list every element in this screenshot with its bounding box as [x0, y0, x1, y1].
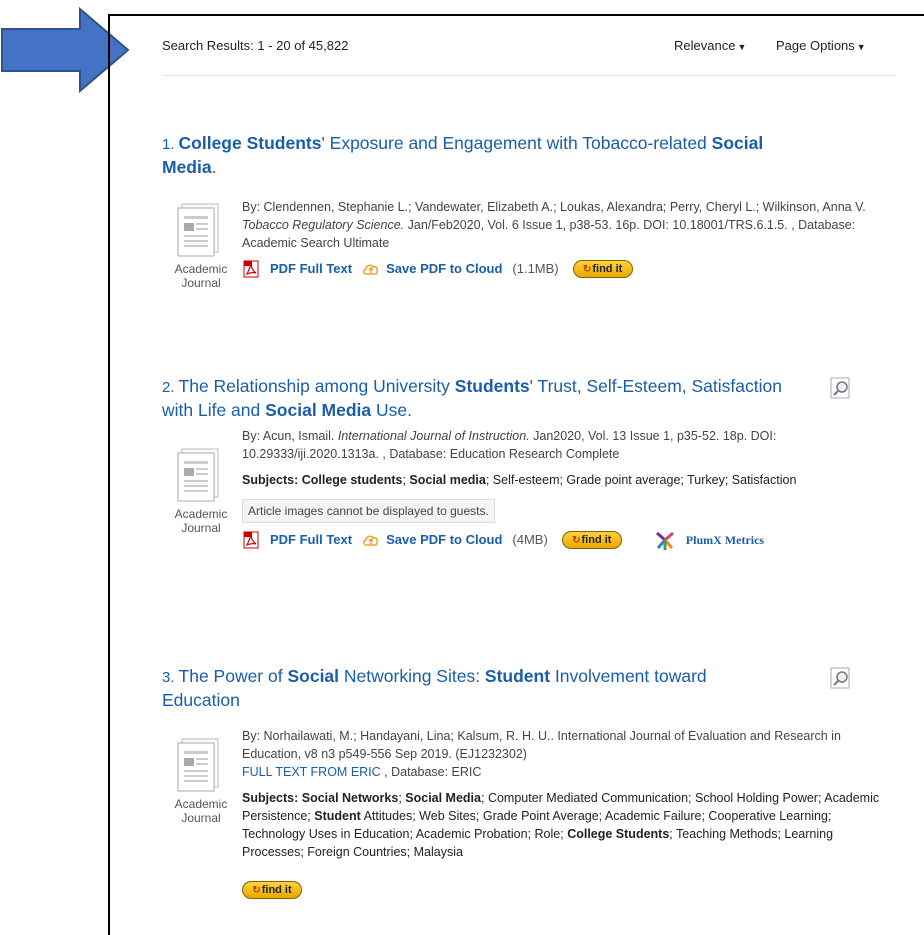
publication-type-label: Academic — [174, 507, 228, 521]
publication-type-label: Journal — [181, 521, 221, 535]
text-run: The Relationship among University — [178, 376, 455, 396]
result-title[interactable]: College Students' Exposure and Engagemen… — [162, 133, 763, 177]
result-body: By: Clendennen, Stephanie L.; Vandewater… — [242, 198, 890, 280]
highlighted-term: College Students — [178, 133, 322, 153]
result-number: 1. — [162, 136, 175, 153]
pdf-full-text-link[interactable]: PDF Full Text — [270, 260, 352, 278]
result-byline: By: Acun, Ismail. International Journal … — [242, 427, 890, 463]
guest-image-notice: Article images cannot be displayed to gu… — [242, 499, 495, 523]
pdf-icon[interactable] — [242, 531, 260, 549]
highlighted-term: Student — [484, 666, 551, 686]
findit-button[interactable]: ↻find it — [561, 531, 622, 549]
findit-button[interactable]: ↻find it — [572, 260, 633, 278]
text-run: . — [211, 157, 217, 177]
result-body: By: Norhailawati, M.; Handayani, Lina; K… — [242, 727, 890, 901]
plumx-icon — [655, 531, 674, 550]
findit-label: find it — [592, 263, 623, 275]
result-links: PDF Full Text Save PDF to Cloud (1.1MB) … — [242, 258, 890, 280]
plumx-label: PlumX Metrics — [685, 533, 765, 547]
publication-type-label: Journal — [181, 276, 221, 290]
result-title-link[interactable]: 3. The Power of Social Networking Sites: … — [162, 665, 782, 711]
chevron-down-icon: ▼ — [856, 42, 866, 52]
magnifier-preview-icon[interactable] — [830, 377, 852, 399]
byline-text: By: Norhailawati, M.; Handayani, Lina; K… — [242, 729, 841, 761]
findit-icon: ↻ — [252, 885, 261, 896]
pdf-full-text-link[interactable]: PDF Full Text — [270, 531, 352, 549]
result-number: 2. — [162, 379, 175, 396]
page-options-label: Page Options — [776, 38, 855, 53]
text-run: By: Clendennen, Stephanie L.; Vandewater… — [242, 200, 866, 214]
database-label: , Database: ERIC — [380, 765, 482, 779]
highlighted-term: Social Media — [265, 400, 372, 420]
document-icon — [177, 203, 219, 257]
document-icon — [177, 738, 219, 792]
publication-type-label: Academic — [174, 262, 228, 276]
plumx-metrics-link[interactable]: PlumX Metrics — [654, 529, 764, 551]
result-title[interactable]: The Relationship among University Studen… — [162, 376, 782, 420]
results-toolbar: Search Results: 1 - 20 of 45,822 Relevan… — [162, 34, 896, 76]
highlighted-term: Subjects: College students — [242, 473, 403, 487]
highlighted-term: Subjects: Social Networks — [242, 791, 399, 805]
chevron-down-icon: ▼ — [737, 42, 747, 52]
cloud-upload-icon[interactable] — [362, 533, 380, 547]
highlighted-term: Social — [287, 666, 340, 686]
text-run: Networking Sites: — [339, 666, 485, 686]
file-size: (1.1MB) — [512, 261, 559, 276]
text-run: The Power of — [178, 666, 288, 686]
publication-type-label: Journal — [181, 811, 221, 825]
findit-icon: ↻ — [582, 264, 592, 275]
result-item-1: 1. College Students' Exposure and Engagem… — [162, 132, 892, 292]
text-run: By: Acun, Ismail. — [242, 429, 338, 443]
findit-icon: ↻ — [572, 535, 581, 546]
result-title[interactable]: The Power of Social Networking Sites: St… — [162, 666, 707, 710]
highlighted-term: Students — [454, 376, 530, 396]
result-subjects: Subjects: Social Networks; Social Media;… — [242, 789, 890, 861]
sort-label: Relevance — [674, 38, 736, 53]
findit-label: find it — [581, 534, 612, 546]
publication-type-label: Academic — [174, 797, 228, 811]
result-byline: By: Norhailawati, M.; Handayani, Lina; K… — [242, 727, 890, 781]
save-pdf-to-cloud-link[interactable]: Save PDF to Cloud — [386, 260, 502, 278]
pdf-icon[interactable] — [242, 260, 260, 278]
result-title-link[interactable]: 2. The Relationship among University Stud… — [162, 375, 782, 421]
text-run: Use. — [371, 400, 412, 420]
result-title-link[interactable]: 1. College Students' Exposure and Engagem… — [162, 132, 782, 178]
highlighted-term: Social media — [409, 473, 486, 487]
result-links: ↻find it — [242, 879, 890, 901]
magnifier-preview-icon[interactable] — [830, 667, 852, 689]
save-pdf-to-cloud-link[interactable]: Save PDF to Cloud — [386, 531, 502, 549]
result-number: 3. — [162, 669, 175, 686]
result-links: PDF Full Text Save PDF to Cloud (4MB) ↻f… — [242, 529, 890, 551]
highlighted-term: Social Media — [405, 791, 481, 805]
document-icon — [177, 448, 219, 502]
findit-label: find it — [261, 884, 292, 896]
page-options-dropdown[interactable]: Page Options ▼ — [776, 38, 866, 53]
publication-type: Academic Journal — [162, 198, 240, 290]
file-size: (4MB) — [512, 532, 548, 547]
result-subjects: Subjects: College students; Social media… — [242, 471, 890, 489]
result-body: By: Acun, Ismail. International Journal … — [242, 427, 890, 551]
result-byline: By: Clendennen, Stephanie L.; Vandewater… — [242, 198, 890, 252]
highlighted-term: Student — [314, 809, 361, 823]
result-item-2: 2. The Relationship among University Stud… — [162, 375, 892, 615]
text-run: ; Self-esteem; Grade point average; Turk… — [485, 473, 797, 487]
results-count: Search Results: 1 - 20 of 45,822 — [162, 38, 349, 53]
highlighted-term: College Students — [567, 827, 670, 841]
full-text-from-eric-link[interactable]: FULL TEXT FROM ERIC — [242, 765, 381, 779]
cloud-upload-icon[interactable] — [362, 262, 380, 276]
text-run: International Journal of Instruction. — [337, 429, 530, 443]
text-run: ' Exposure and Engagement with Tobacco-r… — [321, 133, 712, 153]
sort-relevance-dropdown[interactable]: Relevance ▼ — [674, 38, 746, 53]
findit-button[interactable]: ↻find it — [242, 881, 302, 899]
publication-type: Academic Journal — [162, 733, 240, 825]
result-item-3: 3. The Power of Social Networking Sites: … — [162, 665, 892, 935]
text-run: Tobacco Regulatory Science. — [242, 218, 405, 232]
publication-type: Academic Journal — [162, 443, 240, 535]
